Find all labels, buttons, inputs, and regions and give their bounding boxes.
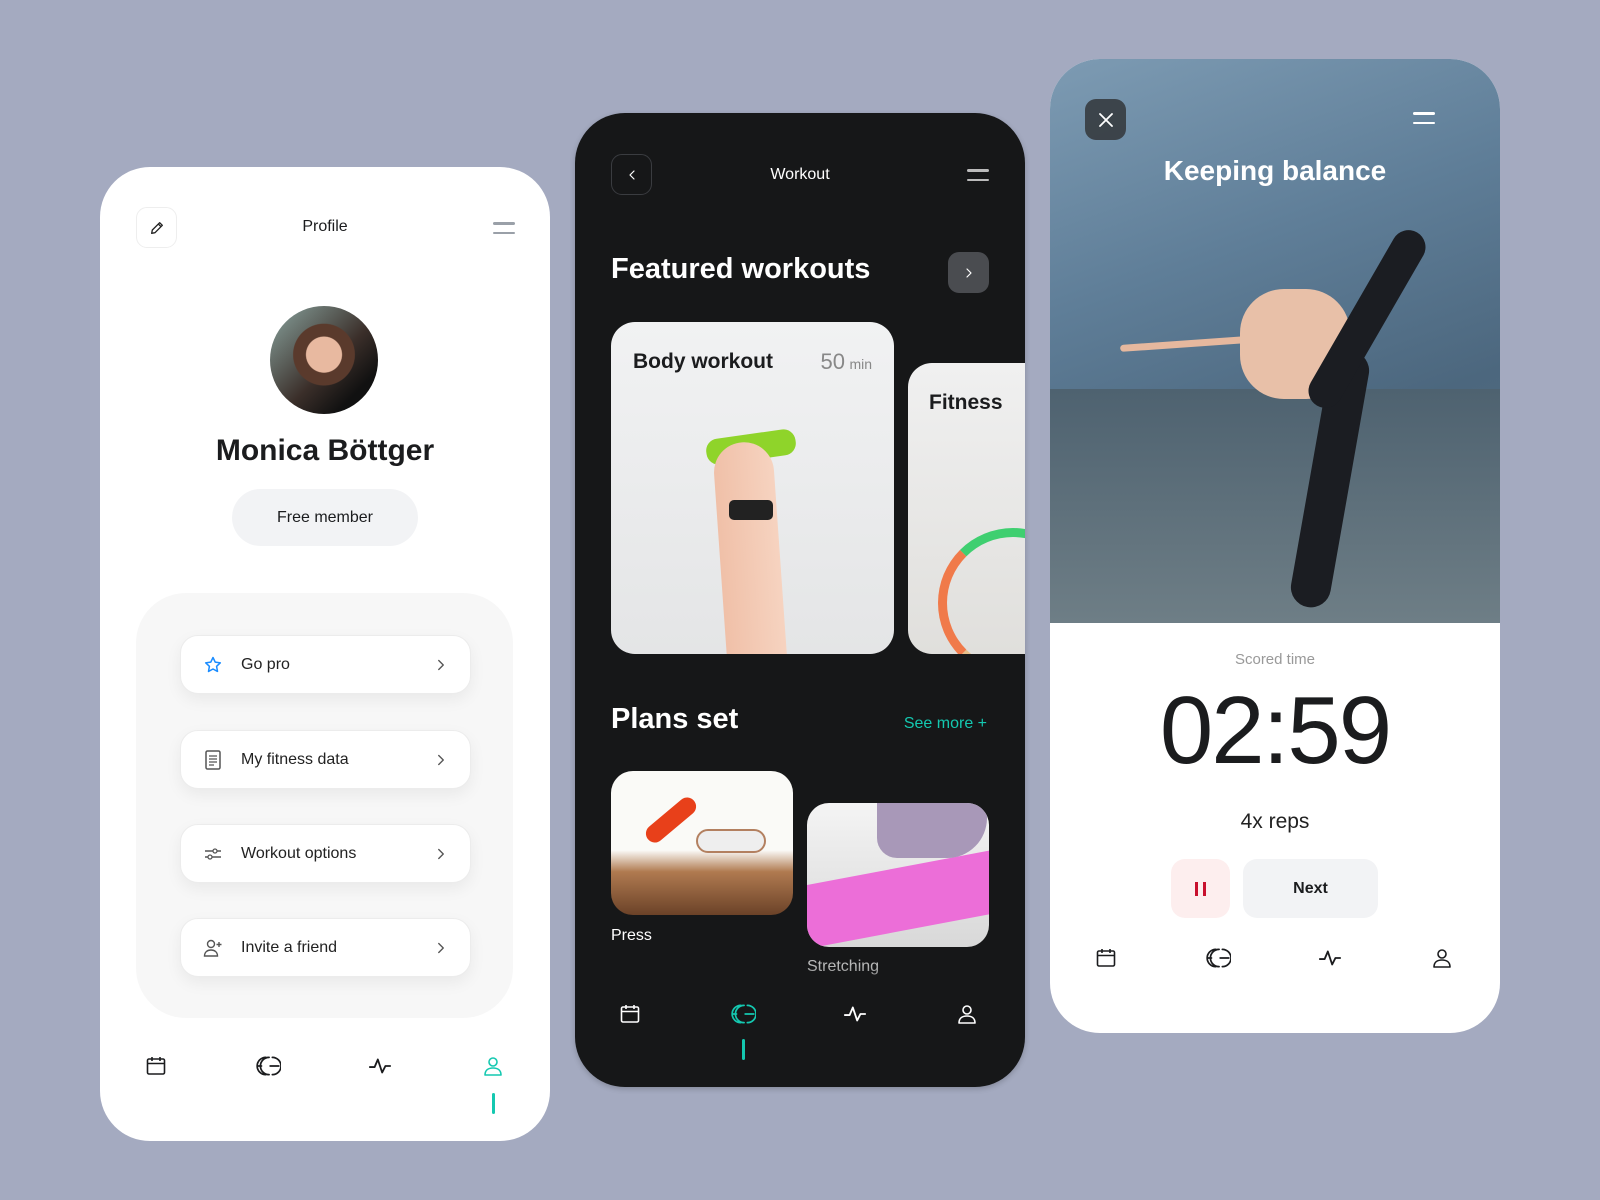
chevron-right-icon	[432, 845, 450, 863]
calendar-icon	[144, 1054, 168, 1078]
pause-icon	[1194, 881, 1206, 896]
menu-item-label: Invite a friend	[241, 938, 338, 956]
see-more-link[interactable]: See more +	[904, 715, 987, 733]
calendar-icon	[618, 1002, 642, 1026]
featured-next-button[interactable]	[948, 252, 989, 293]
activity-icon	[842, 1001, 868, 1027]
stretching-image-body	[877, 803, 987, 858]
membership-badge[interactable]: Free member	[232, 489, 418, 546]
featured-card-fitness[interactable]: Fitness	[908, 363, 1025, 654]
featured-title: Featured workouts	[611, 253, 871, 285]
nav-profile[interactable]	[478, 1051, 508, 1081]
profile-icon	[955, 1002, 979, 1026]
active-nav-indicator	[741, 1039, 745, 1060]
profile-screen: Profile Monica Böttger Free member Go pr…	[100, 167, 550, 1141]
nav-calendar[interactable]	[1091, 943, 1121, 973]
menu-container: Go pro My fitness data Workout options I…	[136, 593, 513, 1018]
reps-label: 4x reps	[1240, 810, 1310, 833]
exercise-photo	[1050, 59, 1500, 623]
plans-title: Plans set	[611, 703, 739, 735]
workout-icon	[255, 1053, 281, 1079]
menu-item-label: Workout options	[241, 844, 357, 862]
featured-card-body-workout[interactable]: Body workout 50 min	[611, 322, 894, 654]
chevron-right-icon	[432, 751, 450, 769]
add-user-icon	[201, 939, 225, 957]
workout-icon	[1205, 945, 1231, 971]
nav-activity[interactable]	[1315, 943, 1345, 973]
document-icon	[201, 749, 225, 770]
nav-workout[interactable]	[253, 1051, 283, 1081]
workout-icon	[730, 1001, 756, 1027]
duration-value: 50	[820, 349, 845, 374]
menu-item-go-pro[interactable]: Go pro	[180, 635, 471, 694]
nav-calendar[interactable]	[615, 999, 645, 1029]
plan-label: Press	[611, 927, 652, 944]
plan-card-press[interactable]	[611, 771, 793, 915]
press-image-body	[696, 829, 766, 853]
nav-workout[interactable]	[1203, 943, 1233, 973]
sliders-icon	[201, 847, 225, 861]
nav-activity[interactable]	[840, 999, 870, 1029]
nav-profile[interactable]	[1427, 943, 1457, 973]
profile-icon	[481, 1054, 505, 1078]
hula-hoop-image	[938, 528, 1025, 654]
nav-activity[interactable]	[365, 1051, 395, 1081]
avatar[interactable]	[270, 306, 378, 414]
nav-calendar[interactable]	[141, 1051, 171, 1081]
card-title: Body workout	[633, 350, 773, 373]
nav-profile[interactable]	[952, 999, 982, 1029]
arm-image	[712, 440, 790, 654]
profile-icon	[1430, 946, 1454, 970]
hamburger-icon[interactable]	[493, 222, 515, 234]
duration-unit: min	[849, 356, 872, 372]
exercise-screen: Keeping balance Scored time 02:59 4x rep…	[1050, 59, 1500, 1033]
card-title: Fitness	[929, 391, 1003, 414]
menu-item-invite-friend[interactable]: Invite a friend	[180, 918, 471, 977]
chevron-right-icon	[961, 265, 977, 281]
card-duration: 50 min	[821, 349, 873, 375]
screen-title: Workout	[770, 166, 830, 183]
watch-image	[729, 500, 773, 520]
hamburger-icon[interactable]	[967, 169, 989, 181]
activity-icon	[1317, 945, 1343, 971]
close-icon	[1098, 112, 1113, 127]
menu-item-workout-options[interactable]: Workout options	[180, 824, 471, 883]
active-nav-indicator	[491, 1093, 495, 1114]
exercise-title: Keeping balance	[1163, 155, 1387, 186]
activity-icon	[367, 1053, 393, 1079]
close-button[interactable]	[1085, 99, 1126, 140]
timer: 02:59	[1159, 677, 1392, 784]
screen-title: Profile	[302, 218, 348, 235]
menu-item-fitness-data[interactable]: My fitness data	[180, 730, 471, 789]
hamburger-icon[interactable]	[1413, 112, 1435, 124]
menu-item-label: My fitness data	[241, 750, 349, 768]
nav-workout[interactable]	[728, 999, 758, 1029]
user-name: Monica Böttger	[215, 434, 435, 467]
photo-floor	[1050, 389, 1500, 623]
chevron-right-icon	[432, 656, 450, 674]
calendar-icon	[1094, 946, 1118, 970]
next-button[interactable]: Next	[1243, 859, 1378, 918]
plan-card-stretching[interactable]	[807, 803, 989, 947]
menu-item-label: Go pro	[241, 655, 290, 673]
chevron-right-icon	[432, 939, 450, 957]
scored-time-label: Scored time	[1234, 651, 1316, 668]
star-icon	[201, 655, 225, 675]
workout-screen: Workout Featured workouts Body workout 5…	[575, 113, 1025, 1087]
press-image	[642, 793, 700, 847]
pause-button[interactable]	[1171, 859, 1230, 918]
